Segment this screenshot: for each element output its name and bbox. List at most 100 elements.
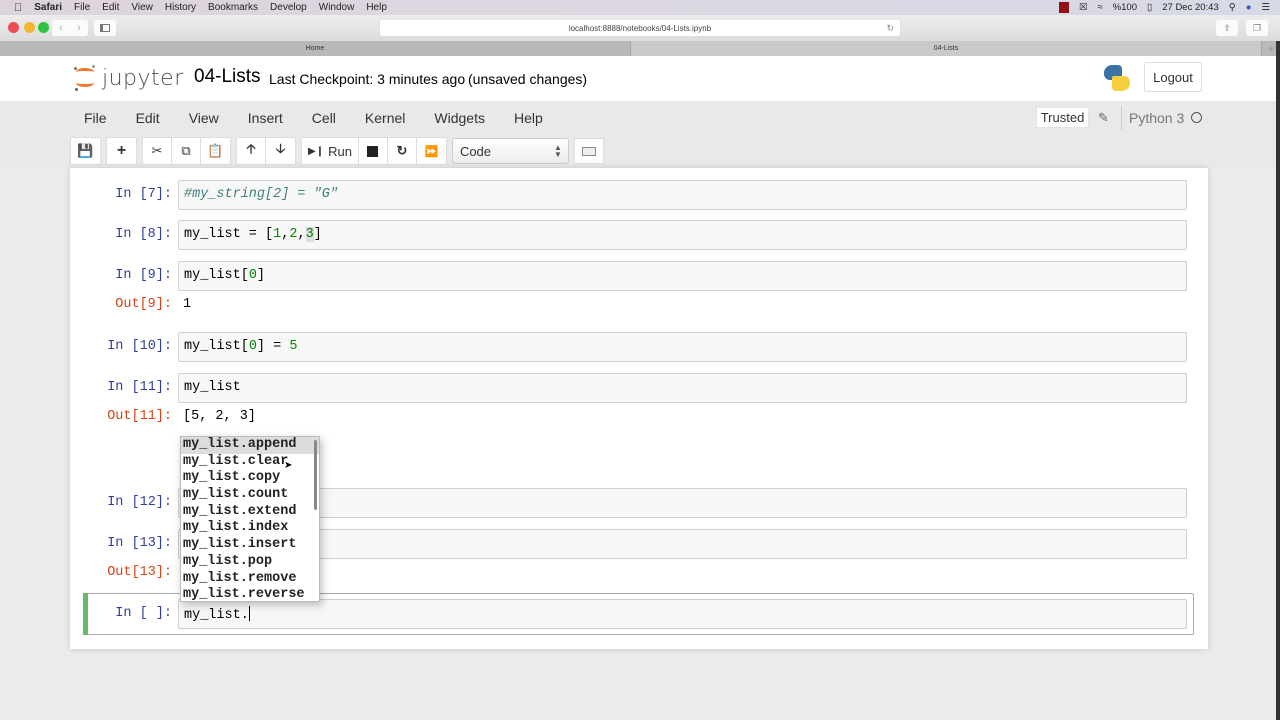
browser-tab-bar: Home 04-Lists + <box>0 41 1280 56</box>
cell-source: my_list = [1,2,3] <box>184 227 322 242</box>
jupyter-header: jupyter 04-Lists Last Checkpoint: 3 minu… <box>0 56 1276 102</box>
notification-center-icon[interactable]: ☰ <box>1261 2 1270 13</box>
menubar-window[interactable]: Window <box>319 2 355 13</box>
kernel-name[interactable]: Python 3 <box>1129 110 1184 126</box>
cell-type-select[interactable]: Code ▲ ▼ <box>451 138 569 164</box>
completion-option[interactable]: my_list.count <box>181 487 319 504</box>
python-logo-icon <box>1104 65 1130 91</box>
cell-source: my_list[0] = 5 <box>184 339 298 354</box>
browser-tab-04-lists[interactable]: 04-Lists <box>631 41 1262 56</box>
clock[interactable]: 27 Dec 20:43 <box>1162 2 1219 13</box>
trusted-badge[interactable]: Trusted <box>1036 107 1089 128</box>
battery-percent[interactable]: %100 <box>1113 2 1137 13</box>
menu-view[interactable]: View <box>177 110 231 126</box>
cell-type-value: Code <box>459 143 492 159</box>
completion-option[interactable]: my_list.index <box>181 520 319 537</box>
output-prompt: Out[9]: <box>115 297 172 312</box>
plus-icon: + <box>116 142 127 159</box>
output-prompt: Out[13]: <box>107 565 172 580</box>
wifi-icon[interactable]: ≈ <box>1097 2 1102 13</box>
save-button[interactable]: 💾 <box>71 138 100 164</box>
completion-option[interactable]: my_list.reverse <box>181 587 319 601</box>
battery-icon[interactable]: ▯ <box>1147 2 1152 13</box>
cell-source: my_list[0] <box>184 268 266 283</box>
forward-icon[interactable]: › <box>77 22 81 34</box>
menubar-develop[interactable]: Develop <box>270 2 307 13</box>
menubar-help[interactable]: Help <box>366 2 387 13</box>
window-minimize-button[interactable] <box>24 22 35 33</box>
jupyter-logo-icon <box>74 64 96 92</box>
browser-toolbar: ‹ › localhost:8888/notebooks/04-Lists.ip… <box>0 15 1280 41</box>
cell-input[interactable]: my_list[0] = 5 <box>178 332 1187 362</box>
cell-input[interactable]: my_list. <box>178 599 1187 629</box>
cell-input[interactable] <box>178 488 1187 518</box>
window-zoom-button[interactable] <box>38 22 49 33</box>
tabs-overview-icon[interactable]: ❐ <box>1246 20 1268 36</box>
address-bar[interactable]: localhost:8888/notebooks/04-Lists.ipynb … <box>380 20 900 36</box>
input-prompt: In [12]: <box>107 495 172 510</box>
notebook-name[interactable]: 04-Lists <box>194 66 261 88</box>
recording-icon[interactable] <box>1058 2 1069 13</box>
autosave-status: (unsaved changes) <box>468 71 588 87</box>
autocomplete-dropdown[interactable]: my_list.append my_list.clear my_list.cop… <box>180 436 320 602</box>
input-prompt: In [9]: <box>115 268 172 283</box>
save-icon: 💾 <box>77 143 94 158</box>
completion-option[interactable]: my_list.clear <box>181 454 319 471</box>
restart-run-all-button[interactable]: ⏩ <box>417 138 446 164</box>
menubar-edit[interactable]: Edit <box>102 2 119 13</box>
divider <box>1121 106 1122 130</box>
cell-input[interactable]: my_list = [1,2,3] <box>178 220 1187 250</box>
completion-option[interactable]: my_list.extend <box>181 504 319 521</box>
logout-button[interactable]: Logout <box>1144 62 1202 92</box>
menubar-app-name[interactable]: Safari <box>34 2 62 13</box>
reload-icon[interactable]: ↻ <box>886 23 894 34</box>
spotlight-search-icon[interactable]: ⚲ <box>1229 2 1236 13</box>
menu-widgets[interactable]: Widgets <box>422 110 497 126</box>
input-prompt: In [13]: <box>107 536 172 551</box>
menu-file[interactable]: File <box>70 110 119 126</box>
completion-option[interactable]: my_list.remove <box>181 571 319 588</box>
paste-button[interactable]: 📋 <box>201 138 230 164</box>
cell-input[interactable]: my_list <box>178 373 1187 403</box>
run-label: Run <box>328 143 352 159</box>
text-cursor <box>248 606 251 621</box>
checkpoint-status: Last Checkpoint: 3 minutes ago <box>269 71 466 87</box>
copy-button[interactable]: ⧉ <box>172 138 201 164</box>
window-close-button[interactable] <box>8 22 19 33</box>
menubar-history[interactable]: History <box>165 2 196 13</box>
insert-cell-button[interactable]: + <box>107 138 136 164</box>
menu-help[interactable]: Help <box>502 110 555 126</box>
sidebar-toggle-button[interactable] <box>94 20 116 36</box>
cut-button[interactable]: ✂ <box>143 138 172 164</box>
cell-output: [5, 2, 3] <box>183 409 256 424</box>
browser-tab-home[interactable]: Home <box>0 41 631 56</box>
jupyter-logo[interactable]: jupyter <box>74 64 184 92</box>
interrupt-button[interactable] <box>359 138 388 164</box>
cell-input[interactable] <box>178 529 1187 559</box>
move-up-button[interactable]: 🡡 <box>237 138 266 164</box>
menu-kernel[interactable]: Kernel <box>353 110 417 126</box>
command-palette-button[interactable] <box>573 138 604 164</box>
dropdown-scrollbar[interactable] <box>314 440 317 510</box>
menu-insert[interactable]: Insert <box>236 110 295 126</box>
completion-option[interactable]: my_list.insert <box>181 537 319 554</box>
completion-option[interactable]: my_list.pop <box>181 554 319 571</box>
run-button[interactable]: ▶❙ Run <box>302 138 359 164</box>
move-down-button[interactable]: 🡣 <box>266 138 295 164</box>
restart-button[interactable]: ↻ <box>388 138 417 164</box>
completion-option[interactable]: my_list.append <box>181 437 319 454</box>
completion-option[interactable]: my_list.copy <box>181 470 319 487</box>
share-icon[interactable]: ⇧ <box>1216 20 1238 36</box>
shield-icon[interactable]: ☒ <box>1079 2 1088 13</box>
menu-cell[interactable]: Cell <box>300 110 348 126</box>
siri-icon[interactable]: ● <box>1246 2 1252 13</box>
back-icon[interactable]: ‹ <box>59 22 63 34</box>
apple-logo-icon[interactable]:  <box>14 2 22 14</box>
cell-source: #my_string[2] = "G" <box>184 187 338 202</box>
menubar-view[interactable]: View <box>131 2 153 13</box>
cell-input[interactable]: #my_string[2] = "G" <box>178 180 1187 210</box>
menu-edit[interactable]: Edit <box>124 110 172 126</box>
menubar-bookmarks[interactable]: Bookmarks <box>208 2 258 13</box>
menubar-file[interactable]: File <box>74 2 90 13</box>
cell-input[interactable]: my_list[0] <box>178 261 1187 291</box>
